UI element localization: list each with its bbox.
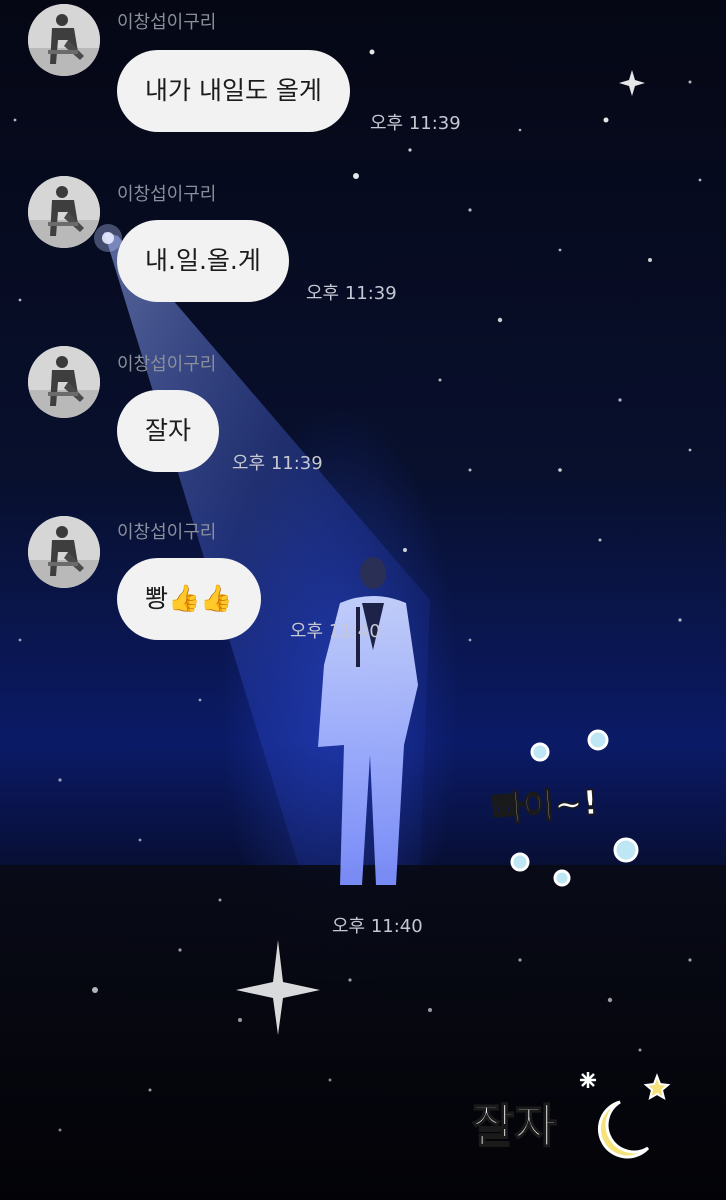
profile-photo-icon <box>28 516 100 588</box>
message-time: 오후 11:39 <box>232 453 323 474</box>
profile-photo-icon <box>28 176 100 248</box>
message-bubble[interactable]: 내가 내일도 올게 <box>117 50 350 132</box>
bye-sticker-text: 빠이~! <box>490 783 599 830</box>
singer-figure <box>318 557 418 885</box>
last-message-time: 오후 11:40 <box>332 916 423 937</box>
bye-sticker: 빠이~! <box>490 729 639 887</box>
sender-name: 이창섭이구리 <box>117 354 217 375</box>
message-time: 오후 11:40 <box>290 621 381 642</box>
avatar[interactable] <box>28 516 100 588</box>
goodnight-sticker-text: 잘자 <box>472 1099 557 1153</box>
avatar[interactable] <box>28 346 100 418</box>
avatar[interactable] <box>28 176 100 248</box>
crescent-moon-icon <box>598 1100 650 1159</box>
sender-name: 이창섭이구리 <box>117 184 217 205</box>
sparkle-icon <box>580 1072 596 1088</box>
message-text: 뽱 <box>145 584 169 613</box>
message-bubble[interactable]: 잘자 <box>117 390 220 472</box>
sender-name: 이창섭이구리 <box>117 12 217 33</box>
profile-photo-icon <box>28 4 100 76</box>
message-bubble[interactable]: 뽱👍👍 <box>117 558 261 640</box>
message-bubble[interactable]: 내.일.올.게 <box>117 220 289 302</box>
message-time: 오후 11:39 <box>370 113 461 134</box>
profile-photo-icon <box>28 346 100 418</box>
star-icon <box>643 1073 671 1101</box>
message-time: 오후 11:39 <box>306 283 397 304</box>
avatar[interactable] <box>28 4 100 76</box>
goodnight-sticker: 잘자 <box>471 1072 671 1159</box>
sender-name: 이창섭이구리 <box>117 522 217 543</box>
thumbs-up-icon: 👍👍 <box>168 584 233 614</box>
